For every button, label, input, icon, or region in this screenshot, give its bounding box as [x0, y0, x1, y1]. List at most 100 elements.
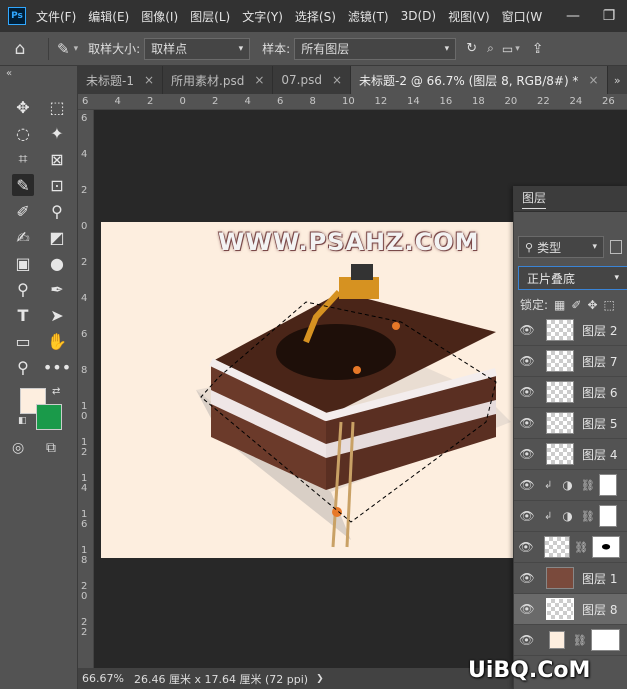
move-tool-icon[interactable]: ✥: [12, 96, 34, 118]
swap-colors-icon[interactable]: ⇄: [52, 386, 60, 397]
zoom-tool-icon[interactable]: ⚲: [12, 356, 34, 378]
ruler-tick-label: 6: [81, 113, 88, 124]
screen-mode-icon[interactable]: ⧉: [46, 440, 68, 458]
visibility-eye-icon[interactable]: 👁: [514, 633, 539, 647]
layer-row[interactable]: 👁 图层 5: [514, 408, 627, 439]
history-brush-icon[interactable]: ✍: [12, 226, 34, 248]
visibility-eye-icon[interactable]: 👁: [514, 447, 540, 461]
menu-view[interactable]: 视图(V): [448, 8, 490, 25]
pen-tool-icon[interactable]: ✒: [46, 278, 68, 300]
menu-window[interactable]: 窗口(W: [502, 8, 543, 25]
layer-row[interactable]: 👁 图层 4: [514, 439, 627, 470]
layer-mask-thumbnail: [590, 629, 620, 651]
hand-tool-icon[interactable]: ✋: [46, 330, 68, 352]
document-canvas[interactable]: [101, 222, 513, 558]
ruler-tick-label: 2: [81, 257, 88, 268]
tab-07[interactable]: 07.psd ×: [273, 66, 352, 94]
default-colors-icon[interactable]: ◧: [18, 416, 27, 426]
lock-transparency-icon[interactable]: ▦: [554, 298, 565, 312]
clone-stamp-icon[interactable]: ⚲: [46, 200, 68, 222]
chevron-down-icon[interactable]: ▾: [515, 44, 520, 54]
visibility-eye-icon[interactable]: 👁: [514, 323, 540, 337]
menu-3d[interactable]: 3D(D): [401, 9, 436, 23]
menu-layer[interactable]: 图层(L): [190, 8, 230, 25]
workspace-icon[interactable]: ▭: [502, 42, 513, 56]
lock-pixels-icon[interactable]: ✐: [571, 298, 581, 312]
clipping-mask-icon: ↲: [544, 510, 553, 522]
tab-untitled-1[interactable]: 未标题-1 ×: [78, 66, 164, 94]
minimize-icon[interactable]: —: [555, 8, 591, 24]
adjustment-icon: ◑: [562, 509, 573, 523]
layer-row[interactable]: 👁 图层 8: [514, 594, 627, 625]
tab-untitled-2[interactable]: 未标题-2 @ 66.7% (图层 8, RGB/8#) * ×: [351, 66, 608, 94]
more-tools-icon[interactable]: •••: [43, 356, 71, 378]
visibility-eye-icon[interactable]: 👁: [514, 354, 540, 368]
eyedropper-tool-icon[interactable]: ✎: [57, 40, 70, 58]
tab-label: 未标题-1: [86, 73, 134, 88]
home-icon[interactable]: ⌂: [0, 39, 40, 59]
adjustment-layer-row[interactable]: 👁 ↲ ◑ ⛓: [514, 470, 627, 501]
close-icon[interactable]: ×: [588, 73, 598, 87]
visibility-eye-icon[interactable]: 👁: [514, 540, 538, 554]
blend-mode-select[interactable]: 正片叠底 ▾: [518, 266, 627, 290]
crop-tool-icon[interactable]: ⌗: [12, 148, 34, 170]
layers-tab[interactable]: 图层: [522, 189, 547, 209]
eyedropper-tool-icon[interactable]: ✎: [12, 174, 34, 196]
menu-filter[interactable]: 滤镜(T): [348, 8, 389, 25]
close-icon[interactable]: ×: [332, 73, 342, 87]
eraser-tool-icon[interactable]: ◩: [46, 226, 68, 248]
visibility-eye-icon[interactable]: 👁: [514, 416, 540, 430]
visibility-eye-icon[interactable]: 👁: [514, 571, 540, 585]
dodge-tool-icon[interactable]: ⚲: [12, 278, 34, 300]
sample-select[interactable]: 所有图层 ▾: [294, 37, 457, 60]
lasso-tool-icon[interactable]: ◌: [12, 122, 34, 144]
menu-select[interactable]: 选择(S): [295, 8, 336, 25]
lock-position-icon[interactable]: ✥: [587, 298, 597, 312]
more-tabs-icon[interactable]: »: [607, 66, 627, 94]
search-icon[interactable]: ⌕: [487, 41, 494, 56]
menu-file[interactable]: 文件(F): [36, 8, 76, 25]
layer-row[interactable]: 👁 图层 1: [514, 563, 627, 594]
rectangle-tool-icon[interactable]: ▭: [12, 330, 34, 352]
restore-icon[interactable]: ❐: [591, 8, 627, 24]
image-filter-icon[interactable]: [610, 240, 622, 254]
visibility-eye-icon[interactable]: 👁: [514, 602, 540, 616]
cake-artwork: [196, 264, 511, 548]
visibility-eye-icon[interactable]: 👁: [514, 509, 540, 523]
visibility-eye-icon[interactable]: 👁: [514, 385, 540, 399]
layer-filter-select[interactable]: ⚲ 类型 ▾: [518, 236, 604, 258]
quick-mask-icon[interactable]: ◎: [12, 440, 34, 458]
menu-image[interactable]: 图像(I): [141, 8, 178, 25]
fill-layer-row[interactable]: 👁 ⛓: [514, 625, 627, 656]
sample-label: 样本:: [262, 42, 291, 56]
brush-tool-icon[interactable]: ✐: [12, 200, 34, 222]
frame-tool-icon[interactable]: ⊠: [46, 148, 68, 170]
tab-materials[interactable]: 所用素材.psd ×: [163, 66, 274, 94]
masked-layer-row[interactable]: 👁 ⛓ ⬬: [514, 532, 627, 563]
sample-size-select[interactable]: 取样点 ▾: [144, 37, 251, 60]
adjustment-layer-row[interactable]: 👁 ↲ ◑ ⛓: [514, 501, 627, 532]
path-selection-icon[interactable]: ➤: [46, 304, 68, 326]
share-icon[interactable]: ⇪: [532, 41, 544, 57]
type-tool-icon[interactable]: T: [12, 304, 34, 326]
layer-row[interactable]: 👁 图层 6: [514, 377, 627, 408]
layer-row[interactable]: 👁 图层 7: [514, 346, 627, 377]
menu-edit[interactable]: 编辑(E): [88, 8, 129, 25]
rotate-icon[interactable]: ↻: [466, 41, 477, 56]
status-menu-icon[interactable]: ❯: [316, 674, 324, 684]
close-icon[interactable]: ×: [254, 73, 264, 87]
background-color-swatch[interactable]: [36, 404, 62, 430]
collapse-icon[interactable]: «: [6, 68, 12, 79]
marquee-tool-icon[interactable]: ⬚: [46, 96, 68, 118]
blur-tool-icon[interactable]: ●: [46, 252, 68, 274]
lock-artboard-icon[interactable]: ⬚: [604, 298, 615, 312]
magic-wand-icon[interactable]: ✦: [46, 122, 68, 144]
close-icon[interactable]: ×: [144, 73, 154, 87]
layer-row[interactable]: 👁 图层 2: [514, 315, 627, 346]
chevron-down-icon[interactable]: ▾: [74, 44, 79, 54]
gradient-tool-icon[interactable]: ▣: [12, 252, 34, 274]
menu-type[interactable]: 文字(Y): [242, 8, 283, 25]
zoom-level[interactable]: 66.67%: [82, 672, 128, 685]
spot-healing-icon[interactable]: ⊡: [46, 174, 68, 196]
visibility-eye-icon[interactable]: 👁: [514, 478, 540, 492]
